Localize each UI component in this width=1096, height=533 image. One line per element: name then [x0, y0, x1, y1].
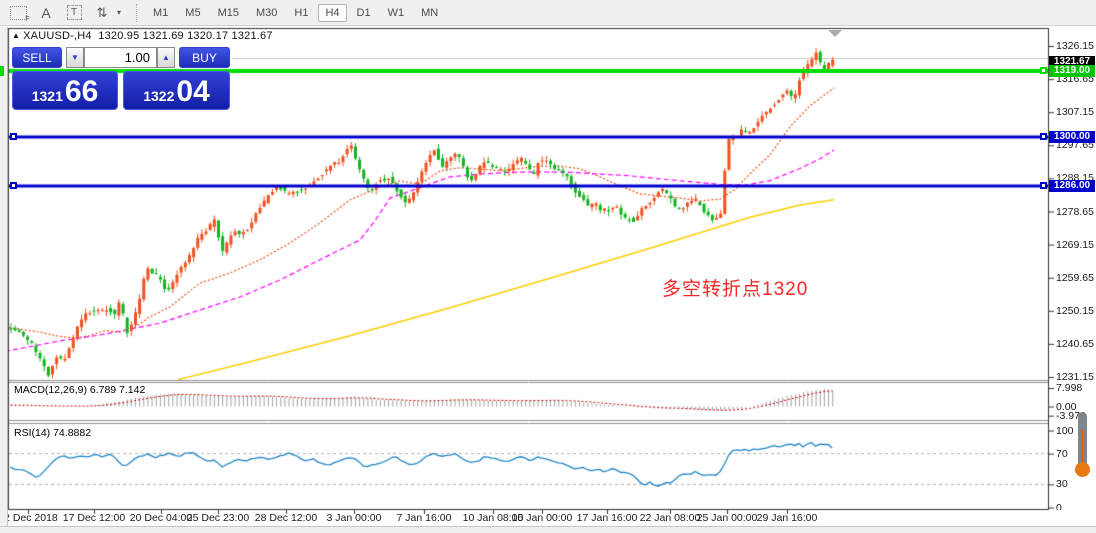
one-click-trading-panel: SELL ▼ ▲ BUY 1321 66 1322 04	[12, 47, 230, 110]
line-handle[interactable]	[1040, 66, 1047, 74]
grid-snap-icon[interactable]: F	[8, 3, 30, 23]
buy-button[interactable]: BUY	[179, 47, 230, 68]
text-label-icon[interactable]: A	[36, 3, 56, 23]
cursor-mode-icon[interactable]: ⇅	[92, 3, 112, 23]
volume-increase-button[interactable]: ▲	[157, 47, 175, 68]
volume-input[interactable]	[84, 47, 157, 68]
timeframe-button-w1[interactable]: W1	[381, 4, 412, 22]
symbol-period: XAUUSD-,H4	[23, 30, 92, 42]
timeframe-button-m30[interactable]: M30	[249, 4, 284, 22]
line-handle[interactable]	[0, 65, 4, 76]
symbol-arrow-icon: ▲	[12, 31, 21, 40]
buy-price-big: 04	[176, 75, 210, 108]
thermometer-icon	[1074, 412, 1092, 484]
buy-price-box[interactable]: 1322 04	[123, 71, 230, 110]
line-handle[interactable]	[1040, 133, 1047, 141]
chart-shift-marker-icon[interactable]	[828, 30, 842, 37]
sell-button[interactable]: SELL	[12, 47, 62, 68]
ohlc-quote: 1320.95 1321.69 1320.17 1321.67	[98, 30, 273, 42]
timeframe-button-h1[interactable]: H1	[287, 4, 315, 22]
dropdown-caret-icon[interactable]: ▾	[114, 3, 124, 23]
timeframe-button-h4[interactable]: H4	[318, 3, 347, 22]
timeframe-button-m1[interactable]: M1	[146, 4, 175, 22]
timeframe-button-d1[interactable]: D1	[350, 4, 378, 22]
chart-title: ▲ XAUUSD-,H4 1320.95 1321.69 1320.17 1321…	[12, 30, 273, 42]
chart-annotation-text: 多空转折点1320	[662, 279, 809, 300]
mt4-window: 1326.151316.651307.151297.651288.151278.…	[0, 0, 1096, 533]
line-handle[interactable]	[10, 133, 17, 141]
timeframe-button-mn[interactable]: MN	[414, 4, 445, 22]
sell-price-big: 66	[64, 75, 99, 108]
sell-price-small: 1321	[31, 88, 63, 104]
timeframe-button-m15[interactable]: M15	[211, 4, 246, 22]
toolbar-separator	[136, 3, 138, 22]
rsi-indicator-label: RSI(14) 74.8882	[14, 427, 92, 439]
buy-price-small: 1322	[143, 88, 175, 104]
text-box-icon[interactable]: T	[64, 3, 84, 23]
line-handle[interactable]	[10, 181, 17, 189]
sell-price-box[interactable]: 1321 66	[12, 71, 118, 110]
macd-indicator-label: MACD(12,26,9) 6.789 7.142	[14, 384, 146, 396]
line-handle[interactable]	[1040, 181, 1047, 189]
timeframe-button-m5[interactable]: M5	[178, 4, 207, 22]
volume-decrease-button[interactable]: ▼	[66, 47, 84, 68]
toolbar: F A T ⇅ ▾ M1 M5 M15 M30 H1 H4 D1 W1 MN	[0, 0, 1096, 26]
